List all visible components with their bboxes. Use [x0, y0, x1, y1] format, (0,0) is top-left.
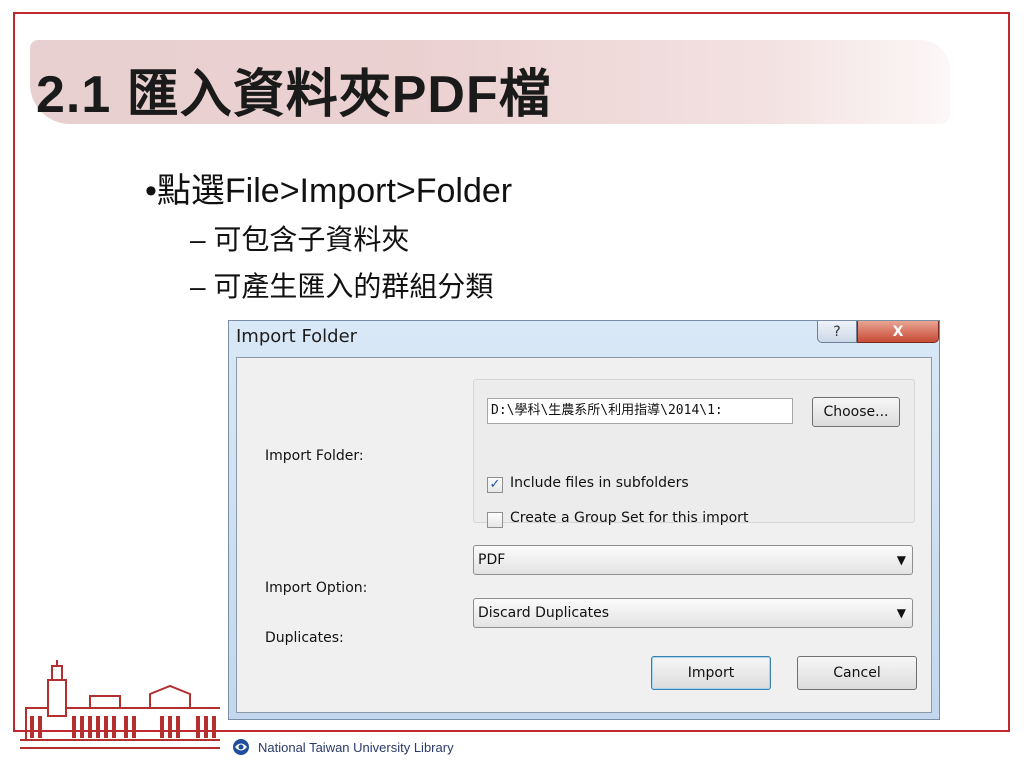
import-option-value: PDF [478, 552, 506, 568]
footer-text: National Taiwan University Library [258, 740, 454, 755]
sub-item-2: – 可產生匯入的群組分類 [190, 271, 494, 302]
sub-item-1: – 可包含子資料夾 [190, 224, 410, 255]
import-option-select[interactable]: PDF ▼ [473, 545, 913, 575]
cancel-button[interactable]: Cancel [797, 656, 917, 690]
create-group-set-checkbox[interactable] [487, 512, 503, 528]
duplicates-select[interactable]: Discard Duplicates ▼ [473, 598, 913, 628]
include-subfolders-row[interactable]: ✓ Include files in subfolders [487, 475, 747, 495]
bullet-item: •點選File>Import>Folder [145, 172, 513, 210]
ntu-library-swirl-icon [233, 739, 249, 755]
checkmark-icon: ✓ [489, 477, 501, 492]
import-button[interactable]: Import [651, 656, 771, 690]
create-group-set-row[interactable]: Create a Group Set for this import [487, 510, 787, 530]
dialog-client-area: Import Folder: D:\學科\生農系所\利用指導\2014\1: C… [236, 357, 932, 713]
help-button[interactable]: ? [817, 321, 857, 343]
close-button[interactable]: X [857, 321, 939, 343]
duplicates-value: Discard Duplicates [478, 605, 610, 621]
import-folder-dialog: Import Folder ? X Import Folder: D:\學科\生… [228, 320, 940, 720]
dialog-title: Import Folder [236, 326, 358, 347]
chevron-down-icon: ▼ [896, 553, 906, 567]
import-option-label: Import Option: [265, 580, 368, 596]
duplicates-label: Duplicates: [265, 630, 344, 646]
choose-button[interactable]: Choose... [812, 397, 900, 427]
create-group-set-label: Create a Group Set for this import [510, 510, 749, 526]
ntu-library-building-logo [20, 660, 220, 749]
chevron-down-icon: ▼ [896, 606, 906, 620]
slide-title: 2.1 匯入資料夾PDF檔 [36, 66, 552, 124]
import-folder-label: Import Folder: [265, 448, 364, 464]
include-subfolders-label: Include files in subfolders [510, 475, 689, 491]
folder-path-input[interactable]: D:\學科\生農系所\利用指導\2014\1: [487, 398, 793, 424]
include-subfolders-checkbox[interactable]: ✓ [487, 477, 503, 493]
